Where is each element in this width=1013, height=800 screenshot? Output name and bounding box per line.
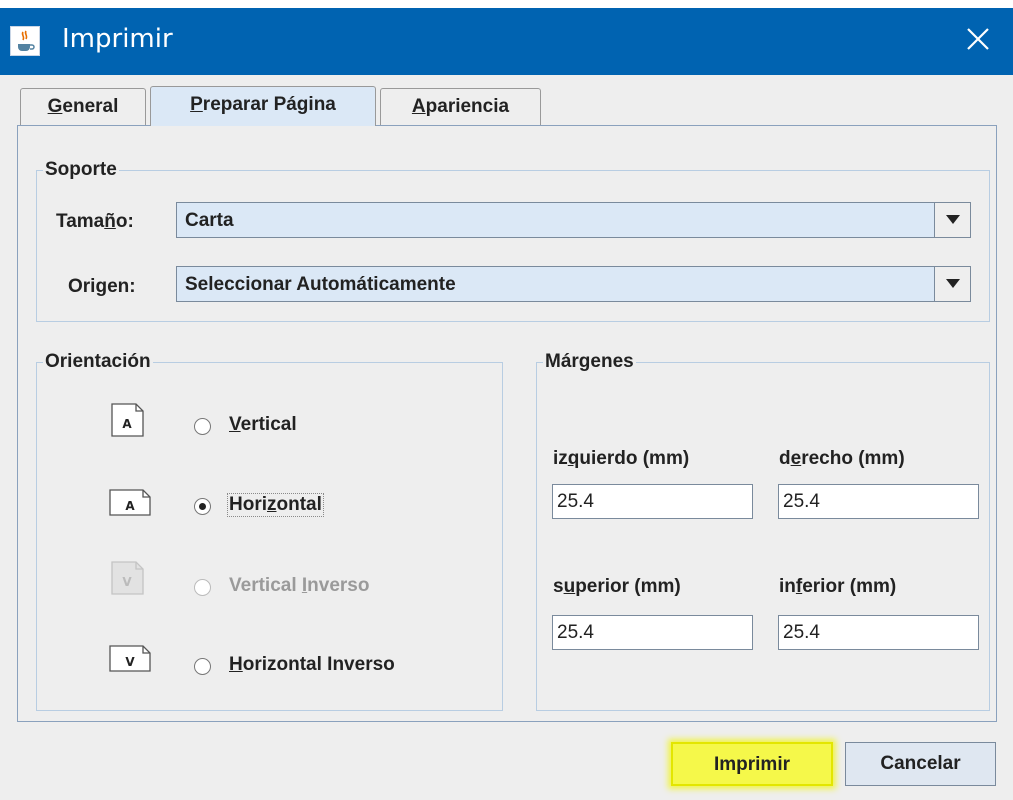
chevron-down-icon[interactable] [934,203,970,237]
margenes-legend: Márgenes [545,351,634,372]
print-button[interactable]: Imprimir [671,742,833,786]
tab-panel-preparar-pagina: Soporte Tamaño: Carta Origen: Selecciona… [17,125,997,722]
radio-horizontal-label[interactable]: Horizontal [227,493,324,517]
radio-horizontal[interactable] [194,498,211,515]
right-margin-label: derecho (mm) [779,448,905,469]
tab-preparar-pagina-label: Preparar Página [190,94,336,115]
size-label: Tamaño: [56,211,134,232]
margenes-group: Márgenes [536,351,990,711]
radio-vertical-inverso[interactable] [194,579,211,596]
java-coffee-icon [10,26,40,56]
radio-horizontal-inverso-label[interactable]: Horizontal Inverso [229,654,395,676]
window-title: Imprimir [62,24,173,54]
top-margin-label: superior (mm) [553,576,681,597]
tab-general-label: General [47,96,119,117]
bottom-margin-input[interactable]: 25.4 [778,615,979,650]
chevron-down-icon[interactable] [934,267,970,301]
top-margin-input[interactable]: 25.4 [552,615,753,650]
portrait-page-icon: A [111,403,144,437]
cancel-button[interactable]: Cancelar [845,742,996,786]
size-select[interactable]: Carta [176,202,971,238]
landscape-page-icon: A [109,489,151,516]
tab-apariencia-label: Apariencia [411,96,510,117]
radio-vertical-label[interactable]: Vertical [229,414,297,436]
reverse-landscape-icon-letter: V [125,655,135,669]
close-icon[interactable] [961,22,995,56]
title-bar[interactable]: Imprimir [0,8,1013,75]
reverse-portrait-page-icon: V [111,561,144,595]
left-margin-input[interactable]: 25.4 [552,484,753,519]
source-select[interactable]: Seleccionar Automáticamente [176,266,971,302]
orientacion-legend: Orientación [45,351,151,372]
tab-general[interactable]: General [20,88,146,126]
portrait-icon-letter: A [122,417,132,431]
radio-horizontal-inverso[interactable] [194,658,211,675]
bottom-margin-label: inferior (mm) [779,576,897,597]
reverse-portrait-icon-letter: V [122,575,132,589]
print-dialog: Imprimir General Preparar Página Aparien… [0,8,1013,800]
source-label: Origen: [68,276,136,297]
tab-preparar-pagina[interactable]: Preparar Página [150,86,376,126]
radio-selected-dot [199,503,206,510]
landscape-icon-letter: A [125,499,135,513]
radio-vertical[interactable] [194,418,211,435]
radio-vertical-inverso-label[interactable]: Vertical Inverso [229,575,369,597]
right-margin-input[interactable]: 25.4 [778,484,979,519]
soporte-legend: Soporte [45,159,117,180]
size-select-value: Carta [185,210,234,231]
source-select-value: Seleccionar Automáticamente [185,274,456,295]
tab-apariencia[interactable]: Apariencia [380,88,541,126]
left-margin-label: izquierdo (mm) [553,448,690,469]
reverse-landscape-page-icon: V [109,645,151,672]
